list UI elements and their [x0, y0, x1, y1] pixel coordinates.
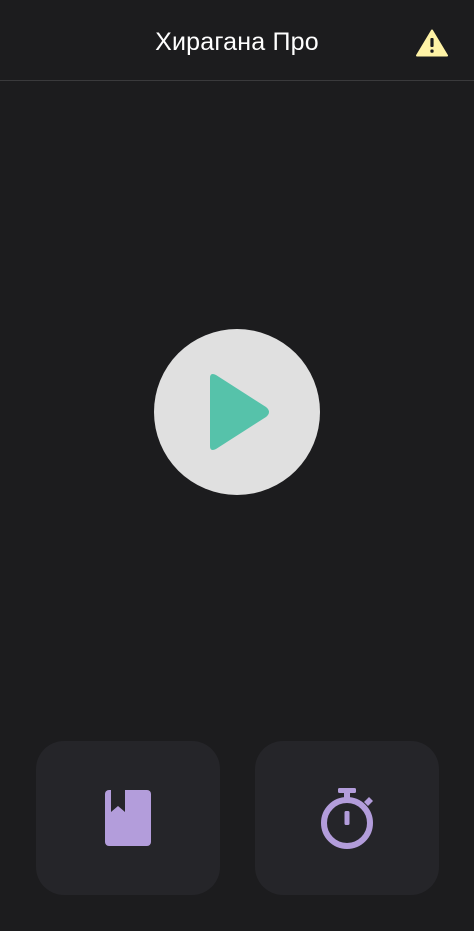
- bookmark-book-icon: [103, 788, 153, 848]
- warning-button[interactable]: [414, 26, 450, 60]
- warning-icon: [416, 29, 448, 57]
- play-button[interactable]: [154, 329, 320, 495]
- app-bar: Хирагана Про: [0, 0, 474, 81]
- play-icon: [202, 372, 272, 452]
- timer-tile-button[interactable]: [255, 741, 439, 895]
- bookmarks-tile-button[interactable]: [36, 741, 220, 895]
- app-title: Хирагана Про: [155, 28, 319, 56]
- stopwatch-icon: [317, 787, 377, 849]
